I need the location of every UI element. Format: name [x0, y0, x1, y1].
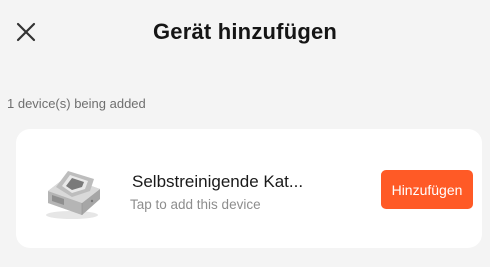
device-name: Selbstreinigende Kat...: [132, 172, 304, 191]
add-device-button[interactable]: Hinzufügen: [381, 170, 473, 209]
device-image: [42, 159, 108, 223]
page-title: Gerät hinzufügen: [152, 19, 338, 44]
header: Gerät hinzufügen: [0, 0, 490, 70]
device-card[interactable]: Selbstreinigende Kat... Tap to add this …: [16, 129, 482, 248]
devices-being-added-text: 1 device(s) being added: [7, 96, 146, 111]
device-hint: Tap to add this device: [130, 197, 261, 212]
